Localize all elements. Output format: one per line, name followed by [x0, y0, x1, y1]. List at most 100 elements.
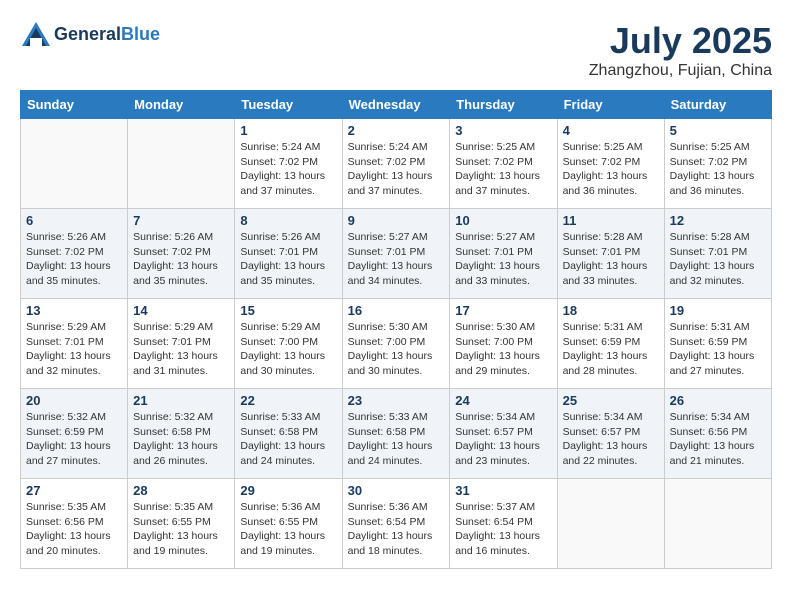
day-info: Sunrise: 5:29 AMSunset: 7:01 PMDaylight:… [133, 320, 229, 379]
calendar-cell: 4 Sunrise: 5:25 AMSunset: 7:02 PMDaylight… [557, 119, 664, 209]
day-number: 29 [240, 483, 336, 498]
calendar-cell: 22Sunrise: 5:33 AMSunset: 6:58 PMDayligh… [235, 389, 342, 479]
day-info: Sunrise: 5:34 AMSunset: 6:57 PMDaylight:… [455, 410, 551, 469]
day-number: 6 [26, 213, 122, 228]
day-number: 31 [455, 483, 551, 498]
calendar-cell [664, 479, 771, 569]
calendar-cell: 16Sunrise: 5:30 AMSunset: 7:00 PMDayligh… [342, 299, 450, 389]
day-number: 19 [670, 303, 766, 318]
day-info: Sunrise: 5:28 AMSunset: 7:01 PMDaylight:… [670, 230, 766, 289]
day-number: 16 [348, 303, 445, 318]
day-info: Sunrise: 5:27 AMSunset: 7:01 PMDaylight:… [348, 230, 445, 289]
calendar-week-row: 27 Sunrise: 5:35 AMSunset: 6:56 PMDayligh… [21, 479, 772, 569]
day-info: Sunrise: 5:25 AMSunset: 7:02 PMDaylight:… [563, 140, 659, 199]
calendar-cell: 11 Sunrise: 5:28 AMSunset: 7:01 PMDayligh… [557, 209, 664, 299]
calendar-cell: 27 Sunrise: 5:35 AMSunset: 6:56 PMDayligh… [21, 479, 128, 569]
day-number: 3 [455, 123, 551, 138]
calendar-cell [557, 479, 664, 569]
day-number: 2 [348, 123, 445, 138]
header-thursday: Thursday [450, 91, 557, 119]
day-info: Sunrise: 5:34 AMSunset: 6:56 PMDaylight:… [670, 410, 766, 469]
calendar-cell: 31 Sunrise: 5:37 AMSunset: 6:54 PMDayligh… [450, 479, 557, 569]
calendar-cell: 23Sunrise: 5:33 AMSunset: 6:58 PMDayligh… [342, 389, 450, 479]
day-number: 21 [133, 393, 229, 408]
day-info: Sunrise: 5:26 AMSunset: 7:02 PMDaylight:… [26, 230, 122, 289]
logo-text-general: General [54, 24, 121, 44]
day-number: 12 [670, 213, 766, 228]
day-number: 26 [670, 393, 766, 408]
day-info: Sunrise: 5:29 AMSunset: 7:01 PMDaylight:… [26, 320, 122, 379]
day-info: Sunrise: 5:35 AMSunset: 6:56 PMDaylight:… [26, 500, 122, 559]
calendar-cell: 18 Sunrise: 5:31 AMSunset: 6:59 PMDayligh… [557, 299, 664, 389]
logo-icon [20, 20, 52, 48]
calendar-header-row: SundayMondayTuesdayWednesdayThursdayFrid… [21, 91, 772, 119]
calendar-cell: 26 Sunrise: 5:34 AMSunset: 6:56 PMDayligh… [664, 389, 771, 479]
day-info: Sunrise: 5:37 AMSunset: 6:54 PMDaylight:… [455, 500, 551, 559]
day-info: Sunrise: 5:35 AMSunset: 6:55 PMDaylight:… [133, 500, 229, 559]
calendar-cell: 10Sunrise: 5:27 AMSunset: 7:01 PMDayligh… [450, 209, 557, 299]
header-tuesday: Tuesday [235, 91, 342, 119]
day-info: Sunrise: 5:25 AMSunset: 7:02 PMDaylight:… [455, 140, 551, 199]
day-info: Sunrise: 5:29 AMSunset: 7:00 PMDaylight:… [240, 320, 336, 379]
calendar-cell: 24 Sunrise: 5:34 AMSunset: 6:57 PMDayligh… [450, 389, 557, 479]
day-info: Sunrise: 5:24 AMSunset: 7:02 PMDaylight:… [348, 140, 445, 199]
header-monday: Monday [128, 91, 235, 119]
page-header: GeneralBlue July 2025 Zhangzhou, Fujian,… [20, 20, 772, 80]
day-info: Sunrise: 5:34 AMSunset: 6:57 PMDaylight:… [563, 410, 659, 469]
calendar-cell: 13 Sunrise: 5:29 AMSunset: 7:01 PMDayligh… [21, 299, 128, 389]
day-info: Sunrise: 5:26 AMSunset: 7:01 PMDaylight:… [240, 230, 336, 289]
calendar-cell: 6 Sunrise: 5:26 AMSunset: 7:02 PMDaylight… [21, 209, 128, 299]
calendar-cell: 15 Sunrise: 5:29 AMSunset: 7:00 PMDayligh… [235, 299, 342, 389]
calendar-week-row: 6 Sunrise: 5:26 AMSunset: 7:02 PMDaylight… [21, 209, 772, 299]
calendar-cell: 21Sunrise: 5:32 AMSunset: 6:58 PMDayligh… [128, 389, 235, 479]
header-wednesday: Wednesday [342, 91, 450, 119]
logo-text-blue: Blue [121, 24, 160, 44]
day-number: 4 [563, 123, 659, 138]
day-number: 7 [133, 213, 229, 228]
day-info: Sunrise: 5:31 AMSunset: 6:59 PMDaylight:… [670, 320, 766, 379]
calendar-cell: 17 Sunrise: 5:30 AMSunset: 7:00 PMDayligh… [450, 299, 557, 389]
day-number: 11 [563, 213, 659, 228]
day-number: 9 [348, 213, 445, 228]
day-info: Sunrise: 5:24 AMSunset: 7:02 PMDaylight:… [240, 140, 336, 199]
day-number: 23 [348, 393, 445, 408]
day-number: 5 [670, 123, 766, 138]
day-info: Sunrise: 5:30 AMSunset: 7:00 PMDaylight:… [455, 320, 551, 379]
day-number: 15 [240, 303, 336, 318]
month-year-title: July 2025 [589, 20, 772, 62]
calendar-cell: 9 Sunrise: 5:27 AMSunset: 7:01 PMDaylight… [342, 209, 450, 299]
calendar-cell: 3 Sunrise: 5:25 AMSunset: 7:02 PMDaylight… [450, 119, 557, 209]
calendar-cell [128, 119, 235, 209]
calendar-cell: 5 Sunrise: 5:25 AMSunset: 7:02 PMDaylight… [664, 119, 771, 209]
calendar-week-row: 1Sunrise: 5:24 AMSunset: 7:02 PMDaylight… [21, 119, 772, 209]
calendar-cell: 12 Sunrise: 5:28 AMSunset: 7:01 PMDayligh… [664, 209, 771, 299]
day-number: 30 [348, 483, 445, 498]
calendar-cell: 14 Sunrise: 5:29 AMSunset: 7:01 PMDayligh… [128, 299, 235, 389]
calendar-cell: 19 Sunrise: 5:31 AMSunset: 6:59 PMDayligh… [664, 299, 771, 389]
day-number: 27 [26, 483, 122, 498]
day-info: Sunrise: 5:36 AMSunset: 6:55 PMDaylight:… [240, 500, 336, 559]
day-number: 13 [26, 303, 122, 318]
day-number: 10 [455, 213, 551, 228]
calendar-cell: 28 Sunrise: 5:35 AMSunset: 6:55 PMDayligh… [128, 479, 235, 569]
day-number: 18 [563, 303, 659, 318]
day-info: Sunrise: 5:33 AMSunset: 6:58 PMDaylight:… [240, 410, 336, 469]
location-subtitle: Zhangzhou, Fujian, China [589, 62, 772, 80]
day-number: 24 [455, 393, 551, 408]
day-info: Sunrise: 5:32 AMSunset: 6:59 PMDaylight:… [26, 410, 122, 469]
day-info: Sunrise: 5:31 AMSunset: 6:59 PMDaylight:… [563, 320, 659, 379]
calendar-cell: 20Sunrise: 5:32 AMSunset: 6:59 PMDayligh… [21, 389, 128, 479]
day-info: Sunrise: 5:28 AMSunset: 7:01 PMDaylight:… [563, 230, 659, 289]
calendar-cell: 8Sunrise: 5:26 AMSunset: 7:01 PMDaylight… [235, 209, 342, 299]
calendar-table: SundayMondayTuesdayWednesdayThursdayFrid… [20, 90, 772, 569]
day-info: Sunrise: 5:25 AMSunset: 7:02 PMDaylight:… [670, 140, 766, 199]
day-number: 17 [455, 303, 551, 318]
day-info: Sunrise: 5:36 AMSunset: 6:54 PMDaylight:… [348, 500, 445, 559]
calendar-cell [21, 119, 128, 209]
day-number: 28 [133, 483, 229, 498]
header-saturday: Saturday [664, 91, 771, 119]
day-info: Sunrise: 5:26 AMSunset: 7:02 PMDaylight:… [133, 230, 229, 289]
calendar-cell: 1Sunrise: 5:24 AMSunset: 7:02 PMDaylight… [235, 119, 342, 209]
calendar-cell: 25Sunrise: 5:34 AMSunset: 6:57 PMDayligh… [557, 389, 664, 479]
day-number: 14 [133, 303, 229, 318]
